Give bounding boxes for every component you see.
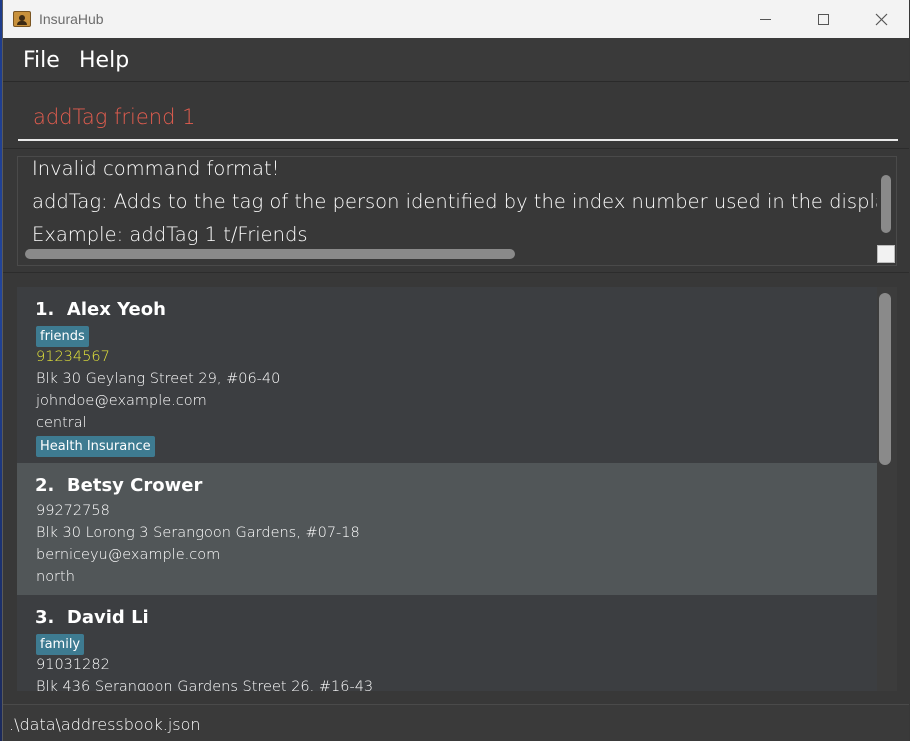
tag-label: friends xyxy=(36,326,89,347)
minimize-icon xyxy=(759,18,771,20)
minimize-button[interactable] xyxy=(736,0,794,38)
list-vertical-scrollbar[interactable] xyxy=(879,293,891,465)
result-text: Invalid command format! addTag: Adds to … xyxy=(32,157,877,251)
person-list-pane: 1. Alex Yeoh friends 91234567 Blk 30 Gey… xyxy=(3,274,909,704)
person-region: central xyxy=(36,415,87,431)
scroll-corner xyxy=(877,245,895,263)
maximize-button[interactable] xyxy=(794,0,852,38)
person-address: Blk 30 Geylang Street 29, #06-40 xyxy=(36,371,281,387)
person-address: Blk 436 Serangoon Gardens Street 26, #16… xyxy=(36,679,374,691)
tag-label: family xyxy=(36,634,85,655)
person-card[interactable]: 3. David Li family 91031282 Blk 436 Sera… xyxy=(17,595,877,691)
result-line: addTag: Adds to the tag of the person id… xyxy=(32,190,877,213)
menu-bar: File Help xyxy=(3,38,909,82)
result-line: Invalid command format! xyxy=(32,157,280,180)
result-vertical-scrollbar[interactable] xyxy=(881,175,891,233)
command-input[interactable] xyxy=(18,95,898,141)
data-file-path: .\data\addressbook.json xyxy=(9,715,201,734)
window-title: InsuraHub xyxy=(39,11,104,27)
menu-file[interactable]: File xyxy=(23,48,60,73)
person-phone: 91234567 xyxy=(36,349,110,365)
maximize-icon xyxy=(817,13,829,25)
menu-help[interactable]: Help xyxy=(79,48,129,73)
person-phone: 99272758 xyxy=(36,503,110,519)
person-email: berniceyu@example.com xyxy=(36,547,221,563)
person-name: 1. Alex Yeoh xyxy=(35,299,166,320)
person-list[interactable]: 1. Alex Yeoh friends 91234567 Blk 30 Gey… xyxy=(17,287,897,691)
person-name: 2. Betsy Crower xyxy=(35,475,203,496)
app-window: InsuraHub File Help Invalid command form… xyxy=(2,0,910,741)
person-name: 3. David Li xyxy=(35,607,149,628)
result-display-pane: Invalid command format! addTag: Adds to … xyxy=(3,150,909,273)
command-box-pane xyxy=(3,83,909,149)
address-book-icon xyxy=(13,11,31,27)
result-line: Example: addTag 1 t/Friends xyxy=(32,223,308,246)
title-bar: InsuraHub xyxy=(3,0,909,38)
person-card[interactable]: 1. Alex Yeoh friends 91234567 Blk 30 Gey… xyxy=(17,287,877,463)
close-icon xyxy=(875,13,887,25)
result-horizontal-scrollbar[interactable] xyxy=(25,249,515,259)
close-button[interactable] xyxy=(852,0,910,38)
person-address: Blk 30 Lorong 3 Serangoon Gardens, #07-1… xyxy=(36,525,360,541)
person-phone: 91031282 xyxy=(36,657,110,673)
person-card-selected[interactable]: 2. Betsy Crower 99272758 Blk 30 Lorong 3… xyxy=(17,463,877,595)
insurance-label: Health Insurance xyxy=(36,436,155,457)
status-bar: .\data\addressbook.json xyxy=(3,704,909,741)
result-display[interactable]: Invalid command format! addTag: Adds to … xyxy=(17,156,897,266)
person-region: north xyxy=(36,569,75,585)
person-email: johndoe@example.com xyxy=(36,393,207,409)
